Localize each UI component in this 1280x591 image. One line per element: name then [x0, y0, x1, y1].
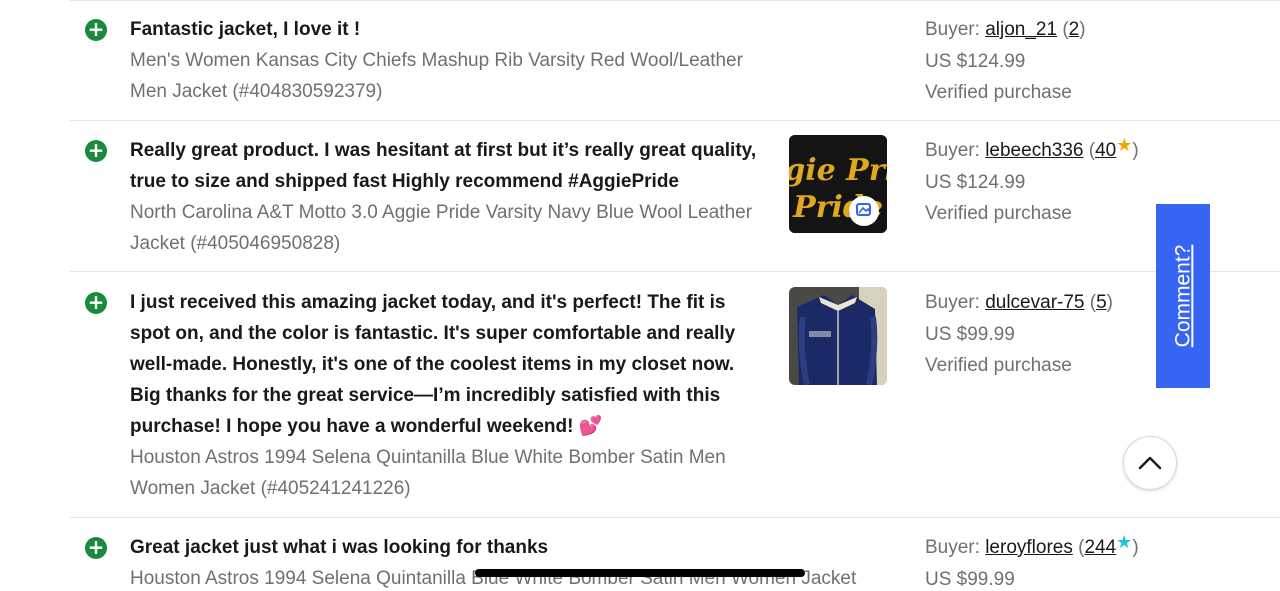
- feedback-row: + Great jacket just what i was looking f…: [70, 517, 1280, 591]
- price: US $99.99: [925, 568, 1015, 590]
- buyer-link[interactable]: leroyflores: [985, 537, 1073, 558]
- bomber-jacket-image: [789, 287, 887, 385]
- verified-purchase: Verified purchase: [925, 82, 1072, 103]
- verified-purchase: Verified purchase: [925, 203, 1072, 224]
- feedback-score-link[interactable]: 5: [1096, 292, 1107, 313]
- feedback-score-link[interactable]: 40: [1095, 140, 1116, 161]
- buyer-link[interactable]: dulcevar-75: [985, 292, 1084, 313]
- feedback-body: I just received this amazing jacket toda…: [130, 287, 745, 504]
- item-title: Men's Women Kansas City Chiefs Mashup Ri…: [130, 50, 743, 102]
- feedback-photo[interactable]: Aggie Pride Pride: [789, 135, 887, 233]
- plus-circle-icon: +: [85, 536, 107, 559]
- buyer-link[interactable]: aljon_21: [985, 19, 1057, 40]
- buyer-meta: Buyer: dulcevar-75 (5) US $99.99 Verifie…: [925, 287, 1113, 382]
- feedback-score-link[interactable]: 2: [1069, 19, 1080, 40]
- plus-circle-icon: +: [85, 18, 107, 41]
- item-title: Houston Astros 1994 Selena Quintanilla B…: [130, 568, 857, 589]
- photo-lettering: Aggie Pride: [789, 153, 887, 188]
- feedback-list: + Fantastic jacket, I love it ! Men's Wo…: [0, 0, 1280, 591]
- feedback-comment: Great jacket just what i was looking for…: [130, 537, 549, 558]
- feedback-body: Really great product. I was hesitant at …: [130, 135, 770, 259]
- aggie-pride-image: Aggie Pride Pride: [789, 135, 887, 233]
- buyer-link[interactable]: lebeech336: [985, 140, 1083, 161]
- feedback-comment: Fantastic jacket, I love it !: [130, 19, 361, 40]
- chevron-up-icon: [1138, 456, 1162, 470]
- home-indicator[interactable]: [475, 569, 805, 577]
- scroll-to-top-button[interactable]: [1123, 436, 1177, 490]
- buyer-meta: Buyer: leroyflores (244★) US $99.99: [925, 532, 1139, 591]
- feedback-row: + Fantastic jacket, I love it ! Men's Wo…: [70, 0, 1280, 121]
- plus-circle-icon: +: [85, 139, 107, 162]
- price: US $124.99: [925, 171, 1026, 193]
- verified-purchase: Verified purchase: [925, 355, 1072, 376]
- price: US $124.99: [925, 50, 1026, 72]
- feedback-comment: I just received this amazing jacket toda…: [130, 292, 736, 437]
- feedback-row: + I just received this amazing jacket to…: [70, 271, 1280, 518]
- feedback-score-link[interactable]: 244: [1084, 537, 1116, 558]
- buyer-label: Buyer:: [925, 19, 980, 40]
- comment-feedback-tab[interactable]: Comment?: [1156, 204, 1210, 388]
- teal-star-icon: ★: [1116, 532, 1133, 552]
- item-title: Houston Astros 1994 Selena Quintanilla B…: [130, 447, 726, 499]
- buyer-label: Buyer:: [925, 537, 980, 558]
- price: US $99.99: [925, 323, 1015, 345]
- feedback-body: Great jacket just what i was looking for…: [130, 532, 890, 591]
- item-title: North Carolina A&T Motto 3.0 Aggie Pride…: [130, 202, 753, 254]
- buyer-label: Buyer:: [925, 292, 980, 313]
- feedback-photo[interactable]: [789, 287, 887, 385]
- comment-tab-label: Comment?: [1171, 244, 1195, 348]
- buyer-meta: Buyer: aljon_21 (2) US $124.99 Verified …: [925, 14, 1086, 109]
- feedback-comment: Really great product. I was hesitant at …: [130, 140, 757, 192]
- plus-circle-icon: +: [85, 291, 107, 314]
- gold-star-icon: ★: [1116, 135, 1133, 155]
- buyer-label: Buyer:: [925, 140, 980, 161]
- feedback-body: Fantastic jacket, I love it ! Men's Wome…: [130, 14, 770, 107]
- feedback-row: + Really great product. I was hesitant a…: [70, 120, 1280, 272]
- buyer-meta: Buyer: lebeech336 (40★) US $124.99 Verif…: [925, 135, 1139, 230]
